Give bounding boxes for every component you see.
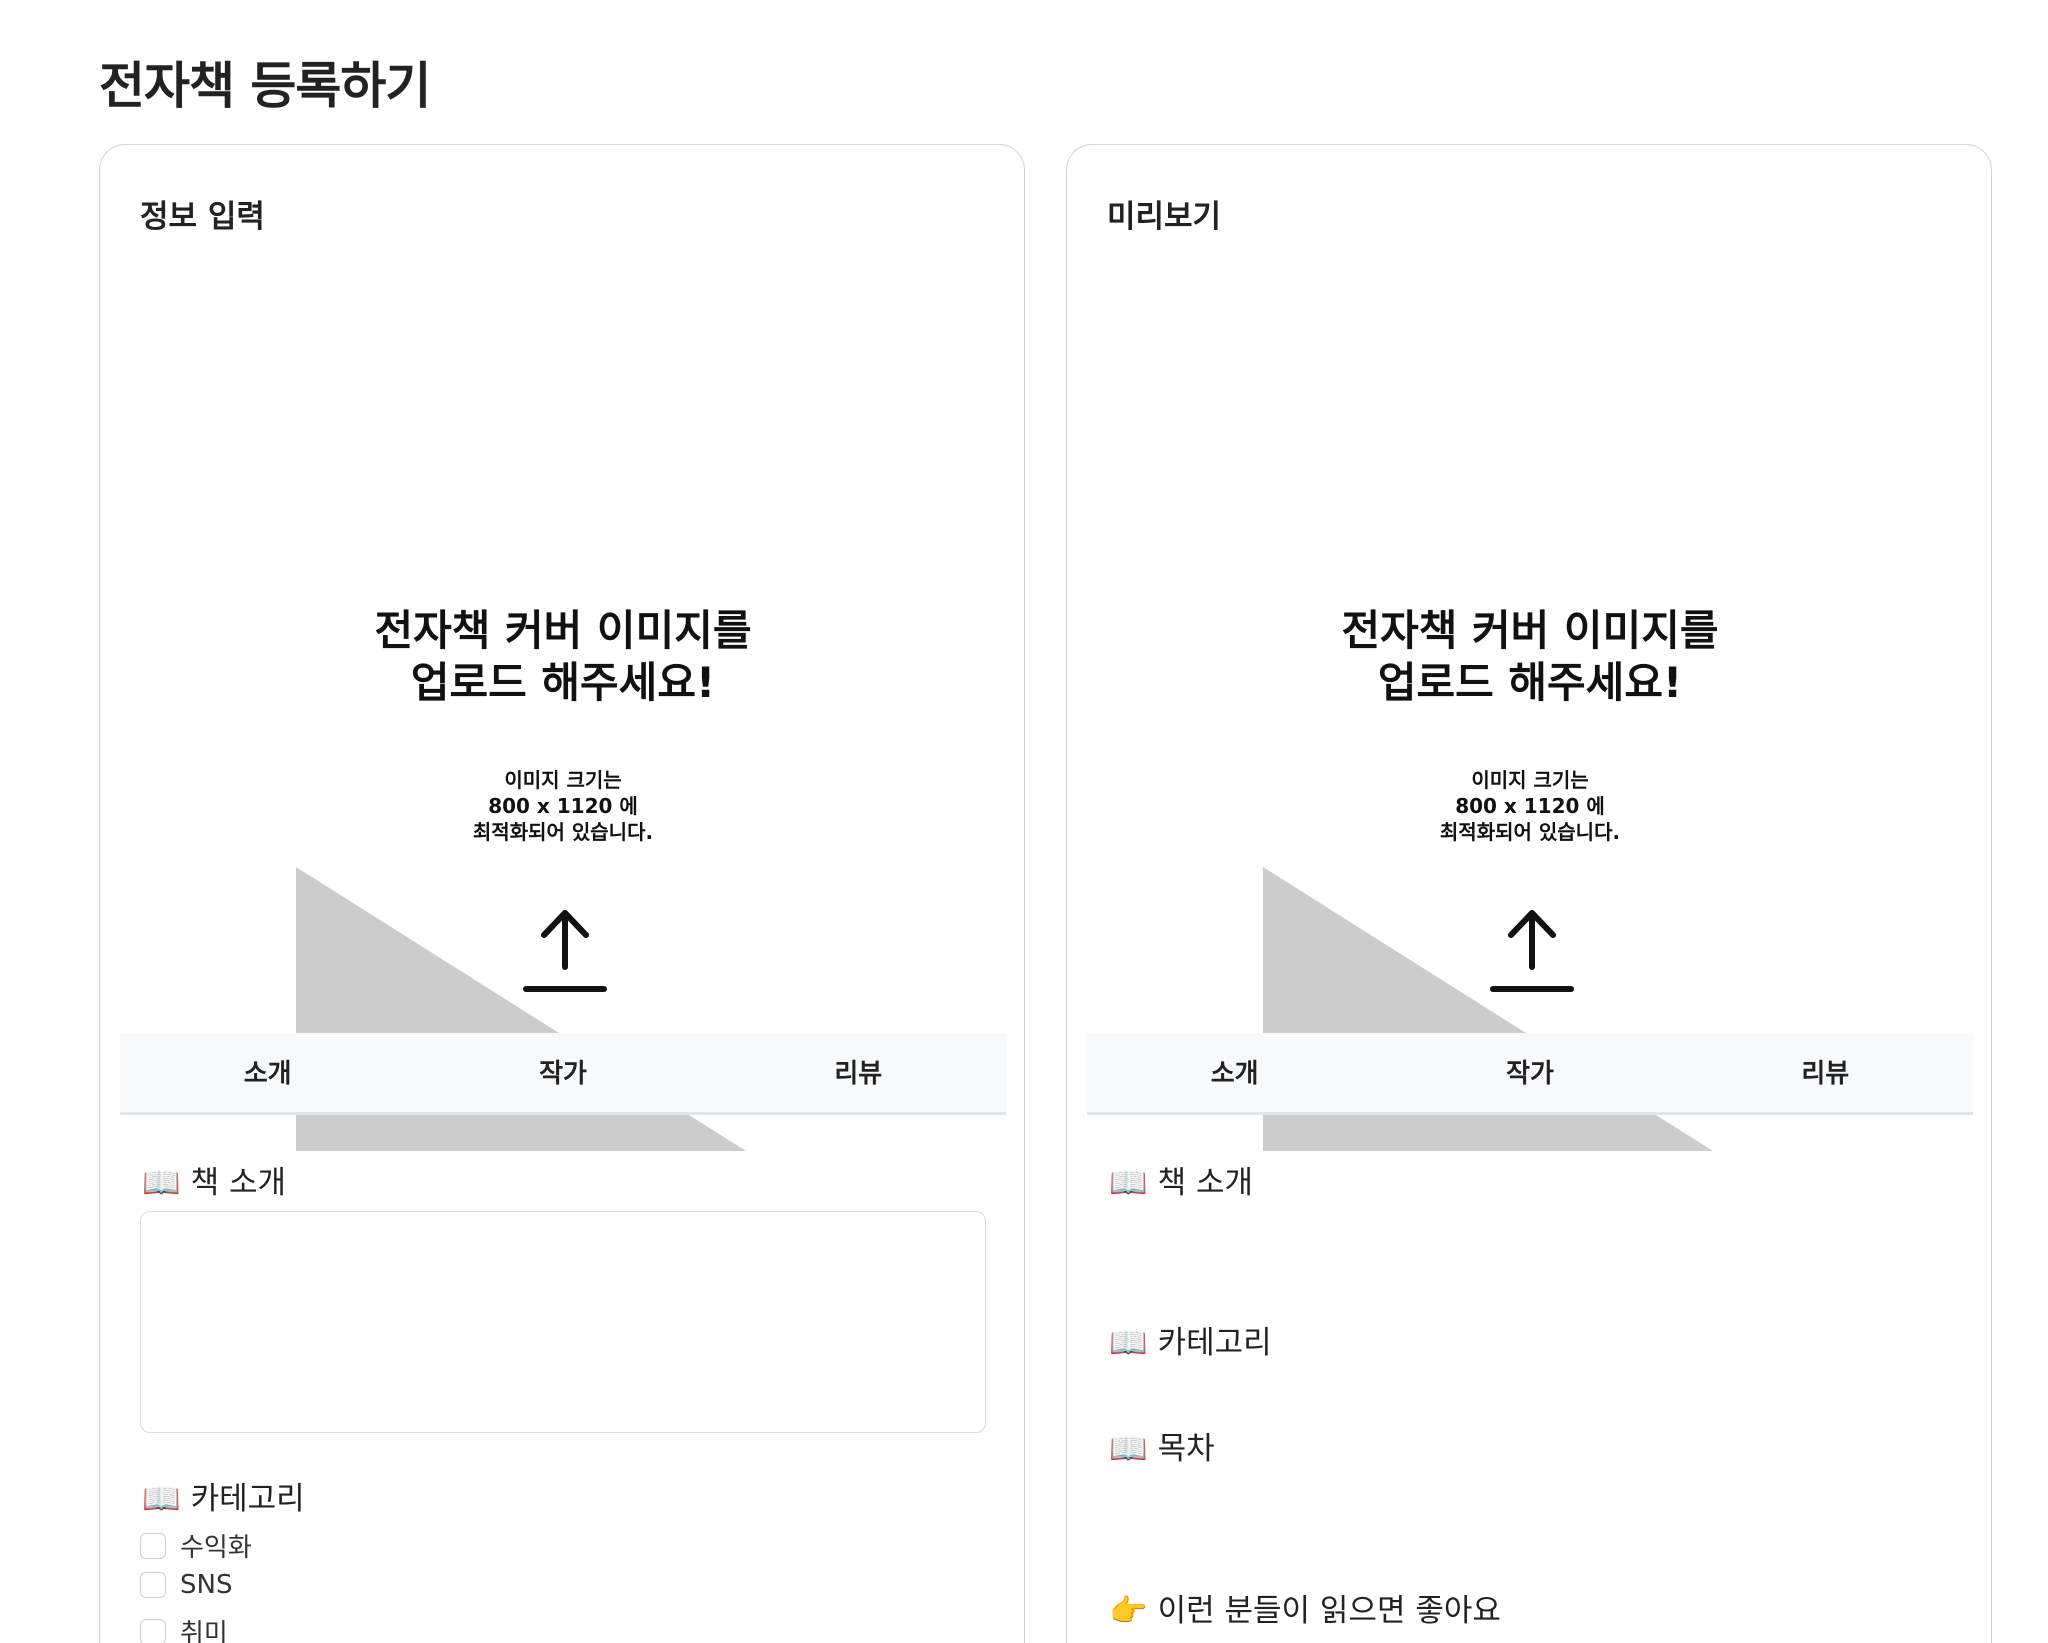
category-option-hobby[interactable]: 취미 bbox=[140, 1613, 228, 1643]
tab-intro[interactable]: 소개 bbox=[120, 1033, 415, 1112]
preview-audience-text: 이런 분들이 읽으면 좋아요 bbox=[1157, 1593, 1501, 1629]
category-label-text: 카테고리 bbox=[190, 1481, 305, 1517]
upload-heading: 전자책 커버 이미지를 업로드 해주세요! bbox=[1067, 605, 1993, 709]
upload-heading-line2: 업로드 해주세요! bbox=[410, 658, 716, 707]
book-intro-textarea[interactable] bbox=[140, 1211, 986, 1433]
category-option-label: 수익화 bbox=[180, 1533, 252, 1563]
preview-toc-label: 📖 목차 bbox=[1109, 1423, 1215, 1468]
upload-heading-line1: 전자책 커버 이미지를 bbox=[1341, 606, 1719, 655]
preview-book-intro-text: 책 소개 bbox=[1157, 1165, 1254, 1201]
book-icon: 📖 bbox=[142, 1165, 181, 1201]
upload-heading-line2: 업로드 해주세요! bbox=[1377, 658, 1683, 707]
category-option-label: SNS bbox=[180, 1570, 233, 1600]
upload-arrow-icon[interactable] bbox=[520, 905, 610, 1001]
pointing-hand-icon: 👉 bbox=[1109, 1593, 1148, 1629]
checkbox[interactable] bbox=[140, 1532, 166, 1559]
book-icon: 📖 bbox=[1109, 1431, 1148, 1467]
book-intro-label: 📖 책 소개 bbox=[142, 1157, 286, 1202]
preview-audience-label: 👉 이런 분들이 읽으면 좋아요 bbox=[1109, 1585, 1501, 1630]
upload-size-hint: 이미지 크기는 800 x 1120 에 최적화되어 있습니다. bbox=[1067, 767, 1993, 845]
preview-toc-text: 목차 bbox=[1157, 1431, 1215, 1467]
category-label: 📖 카테고리 bbox=[142, 1473, 305, 1518]
book-icon: 📖 bbox=[142, 1481, 181, 1517]
tab-intro[interactable]: 소개 bbox=[1087, 1033, 1382, 1112]
tab-review[interactable]: 리뷰 bbox=[1678, 1033, 1973, 1112]
category-option-label: 취미 bbox=[180, 1619, 228, 1643]
preview-book-intro-label: 📖 책 소개 bbox=[1109, 1157, 1253, 1202]
category-option-monetization[interactable]: 수익화 bbox=[140, 1527, 252, 1564]
upload-hint-line1: 이미지 크기는 bbox=[1471, 768, 1589, 792]
upload-size-hint: 이미지 크기는 800 x 1120 에 최적화되어 있습니다. bbox=[100, 767, 1026, 845]
content-tabs: 소개 작가 리뷰 bbox=[1087, 1033, 1973, 1115]
book-icon: 📖 bbox=[1109, 1165, 1148, 1201]
upload-heading-line1: 전자책 커버 이미지를 bbox=[374, 606, 752, 655]
checkbox[interactable] bbox=[140, 1618, 166, 1643]
upload-hint-line2: 800 x 1120 에 bbox=[488, 794, 638, 818]
checkbox[interactable] bbox=[140, 1572, 166, 1598]
content-tabs: 소개 작가 리뷰 bbox=[120, 1033, 1006, 1115]
preview-panel: 미리보기 전자책 커버 이미지를 업로드 해주세요! 이미지 크기는 800 x… bbox=[1066, 144, 1992, 1643]
preview-category-label: 📖 카테고리 bbox=[1109, 1317, 1272, 1362]
preview-category-text: 카테고리 bbox=[1157, 1325, 1272, 1361]
upload-hint-line1: 이미지 크기는 bbox=[504, 768, 622, 792]
upload-heading: 전자책 커버 이미지를 업로드 해주세요! bbox=[100, 605, 1026, 709]
upload-hint-line3: 최적화되어 있습니다. bbox=[1439, 820, 1621, 844]
info-input-panel: 정보 입력 전자책 커버 이미지를 업로드 해주세요! 이미지 크기는 800 … bbox=[99, 144, 1025, 1643]
panel-title: 미리보기 bbox=[1107, 199, 1222, 235]
book-intro-label-text: 책 소개 bbox=[190, 1165, 287, 1201]
tab-author[interactable]: 작가 bbox=[1382, 1033, 1677, 1112]
category-option-sns[interactable]: SNS bbox=[140, 1570, 232, 1600]
tab-author[interactable]: 작가 bbox=[415, 1033, 710, 1112]
upload-hint-line2: 800 x 1120 에 bbox=[1455, 794, 1605, 818]
upload-arrow-icon bbox=[1490, 910, 1574, 992]
tab-review[interactable]: 리뷰 bbox=[711, 1033, 1006, 1112]
book-icon: 📖 bbox=[1109, 1325, 1148, 1361]
page-title: 전자책 등록하기 bbox=[99, 57, 431, 115]
panel-title: 정보 입력 bbox=[140, 199, 265, 235]
upload-hint-line3: 최적화되어 있습니다. bbox=[472, 820, 654, 844]
